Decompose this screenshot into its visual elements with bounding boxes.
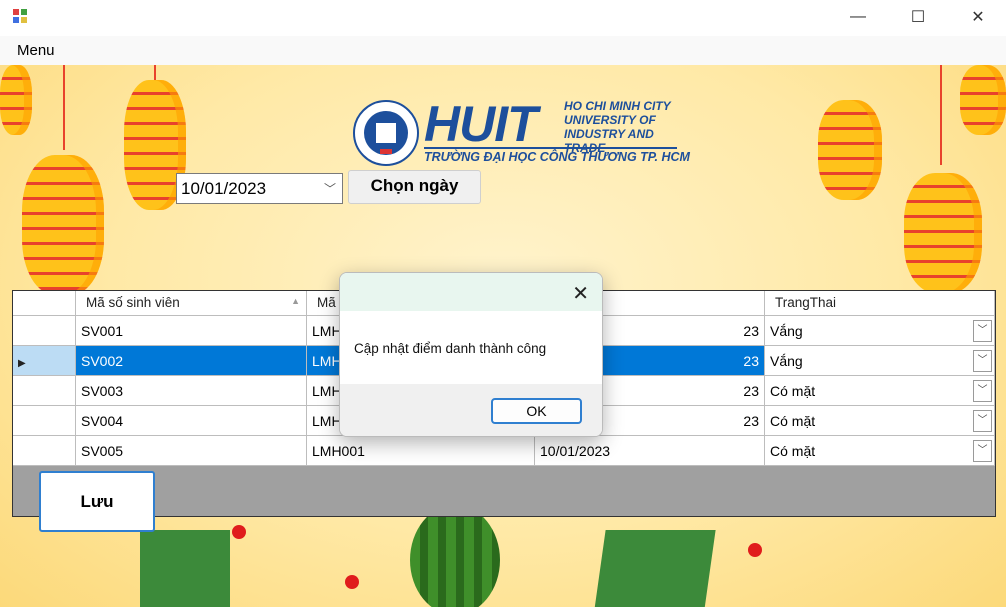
menu-item-menu[interactable]: Menu — [17, 42, 55, 59]
flower-decoration — [232, 525, 246, 539]
message-dialog: ✕ Cập nhật điểm danh thành công OK — [339, 272, 603, 437]
lantern-decoration — [904, 173, 982, 293]
date-value: 10/01/2023 — [181, 179, 267, 198]
chevron-down-icon: ﹀ — [323, 182, 336, 196]
watermelon-decoration — [410, 505, 500, 607]
cell-status[interactable]: Có mặt ﹀ — [765, 406, 995, 436]
cell-text: LMH — [312, 413, 342, 429]
cell-mssv[interactable]: SV004 — [76, 406, 307, 436]
cell-text: 23 — [743, 353, 759, 369]
table-row[interactable]: SV005 LMH001 10/01/2023 Có mặt ﹀ — [13, 436, 995, 466]
cell-text: 23 — [743, 413, 759, 429]
title-bar: — ☐ ✕ — [0, 0, 1006, 36]
banh-chung-decoration — [140, 530, 230, 607]
lantern-decoration — [960, 65, 1006, 135]
cell-status[interactable]: Có mặt ﹀ — [765, 436, 995, 466]
cell-text: LMH — [312, 353, 342, 369]
row-header[interactable]: ▶ — [13, 346, 76, 376]
column-header-trangthai[interactable]: TrangThai — [765, 291, 995, 316]
logo-subtitle: TRƯỜNG ĐẠI HỌC CÔNG THƯƠNG TP. HCM — [424, 147, 690, 164]
cell-mssv[interactable]: SV003 — [76, 376, 307, 406]
lantern-string — [63, 65, 65, 150]
column-header-mssv[interactable]: Mã số sinh viên ▲ — [76, 291, 307, 316]
save-button[interactable]: Lưu — [39, 471, 155, 532]
cell-text: SV003 — [81, 383, 124, 399]
app-icon — [13, 9, 27, 23]
cell-status[interactable]: Vắng ﹀ — [765, 346, 995, 376]
logo-line1: HO CHI MINH CITY — [564, 99, 671, 113]
flower-decoration — [345, 575, 359, 589]
cell-text: SV004 — [81, 413, 124, 429]
cell-text: Vắng — [770, 323, 803, 339]
chevron-down-icon[interactable]: ﹀ — [973, 410, 992, 432]
chevron-down-icon[interactable]: ﹀ — [973, 440, 992, 462]
maximize-button[interactable]: ☐ — [895, 0, 941, 34]
banh-chung-decoration — [594, 530, 716, 607]
chevron-down-icon[interactable]: ﹀ — [973, 320, 992, 342]
row-header[interactable] — [13, 376, 76, 406]
dialog-message: Cập nhật điểm danh thành công — [354, 341, 547, 356]
row-header[interactable] — [13, 406, 76, 436]
date-picker[interactable]: 10/01/2023 ﹀ — [176, 173, 343, 204]
dialog-title-bar — [340, 273, 602, 311]
cell-text: Có mặt — [770, 443, 816, 459]
cell-status[interactable]: Vắng ﹀ — [765, 316, 995, 346]
cell-status[interactable]: Có mặt ﹀ — [765, 376, 995, 406]
flower-decoration — [748, 543, 762, 557]
lantern-decoration — [818, 100, 882, 200]
cell-text: Vắng — [770, 353, 803, 369]
cell-text: SV001 — [81, 323, 124, 339]
logo-brand: HUIT — [424, 96, 538, 152]
cell-text: 23 — [743, 383, 759, 399]
cell-text: Có mặt — [770, 413, 816, 429]
cell-mssv[interactable]: SV001 — [76, 316, 307, 346]
cell-ma[interactable]: LMH001 — [307, 436, 535, 466]
menu-bar: Menu — [0, 36, 1006, 65]
ok-button[interactable]: OK — [491, 398, 582, 424]
cell-text: LMH001 — [312, 443, 365, 459]
minimize-button[interactable]: — — [835, 0, 881, 34]
university-seal-icon — [353, 100, 419, 166]
logo-line2: UNIVERSITY OF — [564, 113, 656, 127]
cell-text: LMH — [312, 383, 342, 399]
cell-mssv[interactable]: SV002 — [76, 346, 307, 376]
dialog-footer: OK — [340, 384, 602, 436]
row-header-corner — [13, 291, 76, 316]
lantern-decoration — [22, 155, 104, 295]
row-header[interactable] — [13, 316, 76, 346]
current-row-icon: ▶ — [18, 358, 26, 369]
lantern-decoration — [0, 65, 32, 135]
dialog-close-button[interactable]: ✕ — [572, 281, 589, 306]
choose-date-button[interactable]: Chọn ngày — [348, 170, 481, 204]
chevron-down-icon[interactable]: ﹀ — [973, 350, 992, 372]
cell-text: SV005 — [81, 443, 124, 459]
chevron-down-icon[interactable]: ﹀ — [973, 380, 992, 402]
sort-ascending-icon: ▲ — [291, 296, 300, 306]
column-label: Mã số sinh viên — [86, 295, 180, 310]
lantern-string — [940, 65, 942, 165]
cell-text: Có mặt — [770, 383, 816, 399]
cell-text: LMH — [312, 323, 342, 339]
cell-text: 23 — [743, 323, 759, 339]
cell-mssv[interactable]: SV005 — [76, 436, 307, 466]
cell-text: SV002 — [81, 353, 124, 369]
cell-date[interactable]: 10/01/2023 — [535, 436, 765, 466]
cell-text: 10/01/2023 — [540, 443, 611, 459]
row-header[interactable] — [13, 436, 76, 466]
close-button[interactable]: ✕ — [955, 0, 1001, 34]
huit-logo: HUIT HO CHI MINH CITY UNIVERSITY OF INDU… — [352, 96, 690, 167]
